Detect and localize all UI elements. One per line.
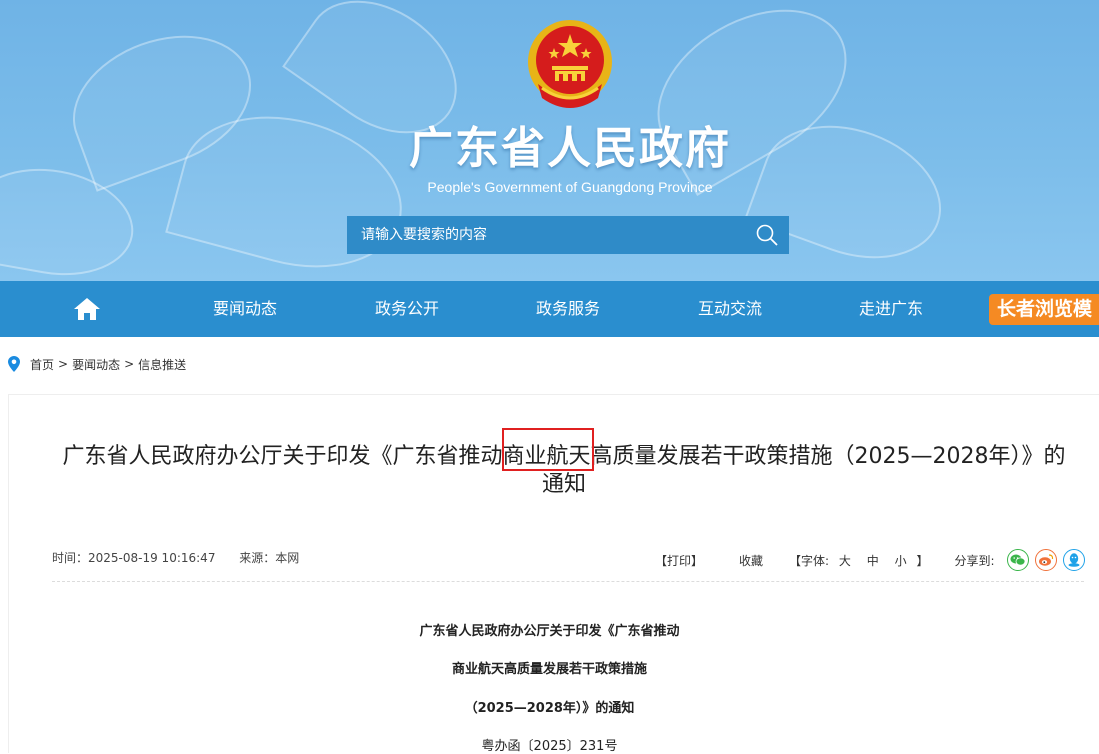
font-small-button[interactable]: 小	[895, 554, 907, 568]
breadcrumb-news[interactable]: 要闻动态	[72, 356, 120, 373]
site-title: 广东省人民政府	[409, 123, 731, 174]
national-emblem	[528, 20, 612, 108]
doc-number: 粤办函〔2025〕231号	[481, 739, 618, 754]
breadcrumb-home[interactable]: 首页	[30, 356, 54, 373]
nav-item-gov-services[interactable]: 政务服务	[536, 281, 600, 337]
breadcrumb-separator: >	[58, 357, 69, 371]
highlight-box	[502, 428, 594, 471]
font-size-label: 【字体:	[789, 553, 830, 568]
elder-mode-button[interactable]: 长者浏览模	[989, 294, 1099, 325]
article-source: 来源：本网	[239, 551, 300, 565]
breadcrumb-separator: >	[124, 357, 135, 371]
publish-time: 时间：2025-08-19 10:16:47	[52, 551, 216, 565]
favorite-button[interactable]: 收藏	[739, 552, 763, 569]
site-subtitle: People's Government of Guangdong Provinc…	[427, 179, 713, 195]
search-bar	[347, 216, 789, 254]
home-icon[interactable]	[73, 296, 101, 322]
nav-item-about-guangdong[interactable]: 走进广东	[859, 281, 923, 337]
doc-title-line-3: （2025—2028年）》的通知	[464, 701, 635, 716]
doc-title-line-2: 商业航天高质量发展若干政策措施	[451, 662, 647, 677]
breadcrumb: 首页 > 要闻动态 > 信息推送	[8, 355, 186, 373]
search-input[interactable]	[347, 216, 745, 254]
nav-item-interaction[interactable]: 互动交流	[698, 281, 762, 337]
breadcrumb-info-push[interactable]: 信息推送	[138, 356, 186, 373]
location-pin-icon	[8, 356, 20, 372]
article-title-line-2: 通知	[541, 472, 586, 497]
article-tools: 【打印】 收藏 【字体: 大 中 小 】 分享到:	[655, 549, 1085, 571]
article-meta: 时间：2025-08-19 10:16:47 来源：本网	[52, 549, 319, 566]
wechat-icon[interactable]	[1006, 549, 1029, 571]
main-nav: 要闻动态 政务公开 政务服务 互动交流 走进广东	[0, 281, 1099, 337]
font-medium-button[interactable]: 中	[867, 554, 879, 568]
site-header: 广东省人民政府 People's Government of Guangdong…	[0, 0, 1099, 281]
qq-icon[interactable]	[1062, 549, 1085, 571]
search-icon[interactable]	[745, 216, 789, 254]
nav-item-news[interactable]: 要闻动态	[213, 281, 277, 337]
print-button[interactable]: 【打印】	[655, 552, 703, 569]
font-size-control: 【字体: 大 中 小 】	[789, 552, 928, 569]
meta-divider	[52, 581, 1084, 582]
weibo-icon[interactable]	[1034, 549, 1057, 571]
doc-title-line-1: 广东省人民政府办公厅关于印发《广东省推动	[419, 624, 680, 639]
nav-item-gov-affairs-public[interactable]: 政务公开	[375, 281, 439, 337]
share-label: 分享到:	[954, 553, 995, 568]
font-large-button[interactable]: 大	[839, 554, 851, 568]
font-size-close: 】	[916, 553, 929, 568]
